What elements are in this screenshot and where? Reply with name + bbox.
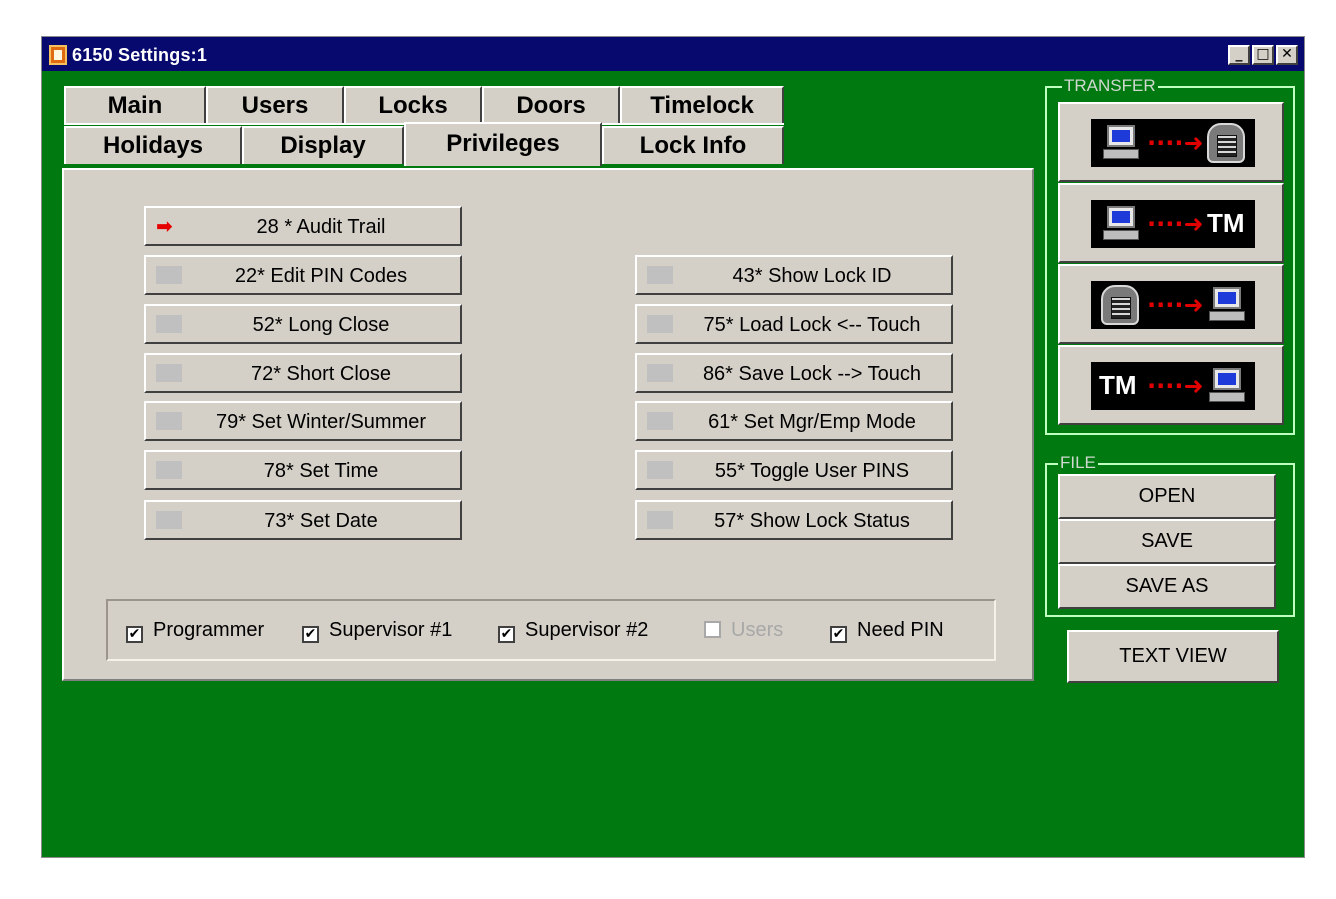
computer-icon [1103,206,1139,242]
pc-to-lock-icon: ····➜ [1091,119,1255,167]
button-label: 79* Set Winter/Summer [215,411,427,433]
transfer-group-label: TRANSFER [1062,76,1158,96]
tab-main[interactable]: Main [64,86,206,124]
supervisor-2-checkbox[interactable]: ✔ Supervisor #2 [498,619,648,643]
checkbox-empty-icon [704,621,721,638]
indicator [647,266,673,284]
arrow-right-icon: ➡ [156,214,173,238]
load-lock-touch-button[interactable]: 75* Load Lock <-- Touch [635,304,953,344]
programmer-checkbox[interactable]: ✔ Programmer [126,619,264,643]
app-icon [49,45,67,65]
title-bar[interactable]: 6150 Settings:1 _ □ ✕ [42,37,1304,71]
check-icon: ✔ [498,626,515,643]
minimize-button[interactable]: _ [1228,45,1250,65]
button-label: 75* Load Lock <-- Touch [703,314,921,336]
tm-to-pc-icon: TM ····➜ [1091,362,1255,410]
file-group-label: FILE [1058,453,1098,473]
check-icon: ✔ [302,626,319,643]
long-close-button[interactable]: 52* Long Close [144,304,462,344]
button-label: 28 * Audit Trail [256,216,386,238]
indicator [647,412,673,430]
save-button[interactable]: SAVE [1058,519,1276,564]
need-pin-checkbox[interactable]: ✔ Need PIN [830,619,944,643]
audit-trail-button[interactable]: ➡ 28 * Audit Trail [144,206,462,246]
button-label: 73* Set Date [264,510,378,532]
indicator [156,511,182,529]
touch-memory-label: TM [1207,208,1245,238]
check-icon: ✔ [126,626,143,643]
button-label: 57* Show Lock Status [714,510,910,532]
arrow-right-icon: ····➜ [1147,129,1204,157]
text-view-button[interactable]: TEXT VIEW [1067,630,1279,683]
tab-users[interactable]: Users [206,86,344,124]
touch-memory-label: TM [1099,370,1137,400]
lock-icon [1207,123,1245,163]
arrow-right-icon: ····➜ [1147,372,1204,400]
indicator [647,315,673,333]
indicator [156,266,182,284]
set-winter-summer-button[interactable]: 79* Set Winter/Summer [144,401,462,441]
short-close-button[interactable]: 72* Short Close [144,353,462,393]
indicator [647,511,673,529]
set-date-button[interactable]: 73* Set Date [144,500,462,540]
indicator [156,461,182,479]
edit-pin-codes-button[interactable]: 22* Edit PIN Codes [144,255,462,295]
lock-icon [1101,285,1139,325]
button-label: 61* Set Mgr/Emp Mode [708,411,916,433]
tab-doors[interactable]: Doors [482,86,620,124]
tab-lock-info[interactable]: Lock Info [602,126,784,164]
lock-to-pc-icon: ····➜ [1091,281,1255,329]
open-button[interactable]: OPEN [1058,474,1276,519]
button-label: 72* Short Close [250,363,392,385]
tab-locks[interactable]: Locks [344,86,482,124]
indicator [647,461,673,479]
computer-icon [1209,287,1245,323]
show-lock-status-button[interactable]: 57* Show Lock Status [635,500,953,540]
check-icon: ✔ [830,626,847,643]
save-lock-touch-button[interactable]: 86* Save Lock --> Touch [635,353,953,393]
checkbox-label: Supervisor #2 [525,619,649,641]
supervisor-1-checkbox[interactable]: ✔ Supervisor #1 [302,619,452,643]
pc-to-tm-icon: ····➜ TM [1091,200,1255,248]
close-button[interactable]: ✕ [1276,45,1298,65]
transfer-pc-to-lock-button[interactable]: ····➜ [1058,102,1284,182]
checkbox-label: Supervisor #1 [329,619,453,641]
arrow-right-icon: ····➜ [1147,210,1204,238]
indicator [156,412,182,430]
button-label: 55* Toggle User PINS [714,460,910,482]
set-mgr-emp-mode-button[interactable]: 61* Set Mgr/Emp Mode [635,401,953,441]
indicator [156,315,182,333]
transfer-tm-to-pc-button[interactable]: TM ····➜ [1058,345,1284,425]
toggle-user-pins-button[interactable]: 55* Toggle User PINS [635,450,953,490]
checkbox-label: Programmer [153,619,265,641]
tab-display[interactable]: Display [242,126,404,164]
users-checkbox: Users [704,619,783,642]
transfer-lock-to-pc-button[interactable]: ····➜ [1058,264,1284,344]
computer-icon [1103,125,1139,161]
button-label: 22* Edit PIN Codes [234,265,408,287]
show-lock-id-button[interactable]: 43* Show Lock ID [635,255,953,295]
button-label: 86* Save Lock --> Touch [702,363,922,385]
button-label: 52* Long Close [252,314,390,336]
indicator [647,364,673,382]
set-time-button[interactable]: 78* Set Time [144,450,462,490]
roles-group: ✔ Programmer ✔ Supervisor #1 ✔ Supervisor #… [106,599,996,661]
checkbox-label: Need PIN [857,619,944,641]
tab-holidays[interactable]: Holidays [64,126,242,164]
tab-privileges[interactable]: Privileges [404,122,602,166]
computer-icon [1209,368,1245,404]
window-title: 6150 Settings:1 [72,45,208,65]
transfer-pc-to-tm-button[interactable]: ····➜ TM [1058,183,1284,263]
maximize-button[interactable]: □ [1252,45,1274,65]
tab-timelock[interactable]: Timelock [620,86,784,124]
checkbox-label: Users [731,619,784,641]
save-as-button[interactable]: SAVE AS [1058,564,1276,609]
button-label: 78* Set Time [263,460,379,482]
indicator [156,364,182,382]
button-label: 43* Show Lock ID [732,265,892,287]
arrow-right-icon: ····➜ [1147,291,1204,319]
